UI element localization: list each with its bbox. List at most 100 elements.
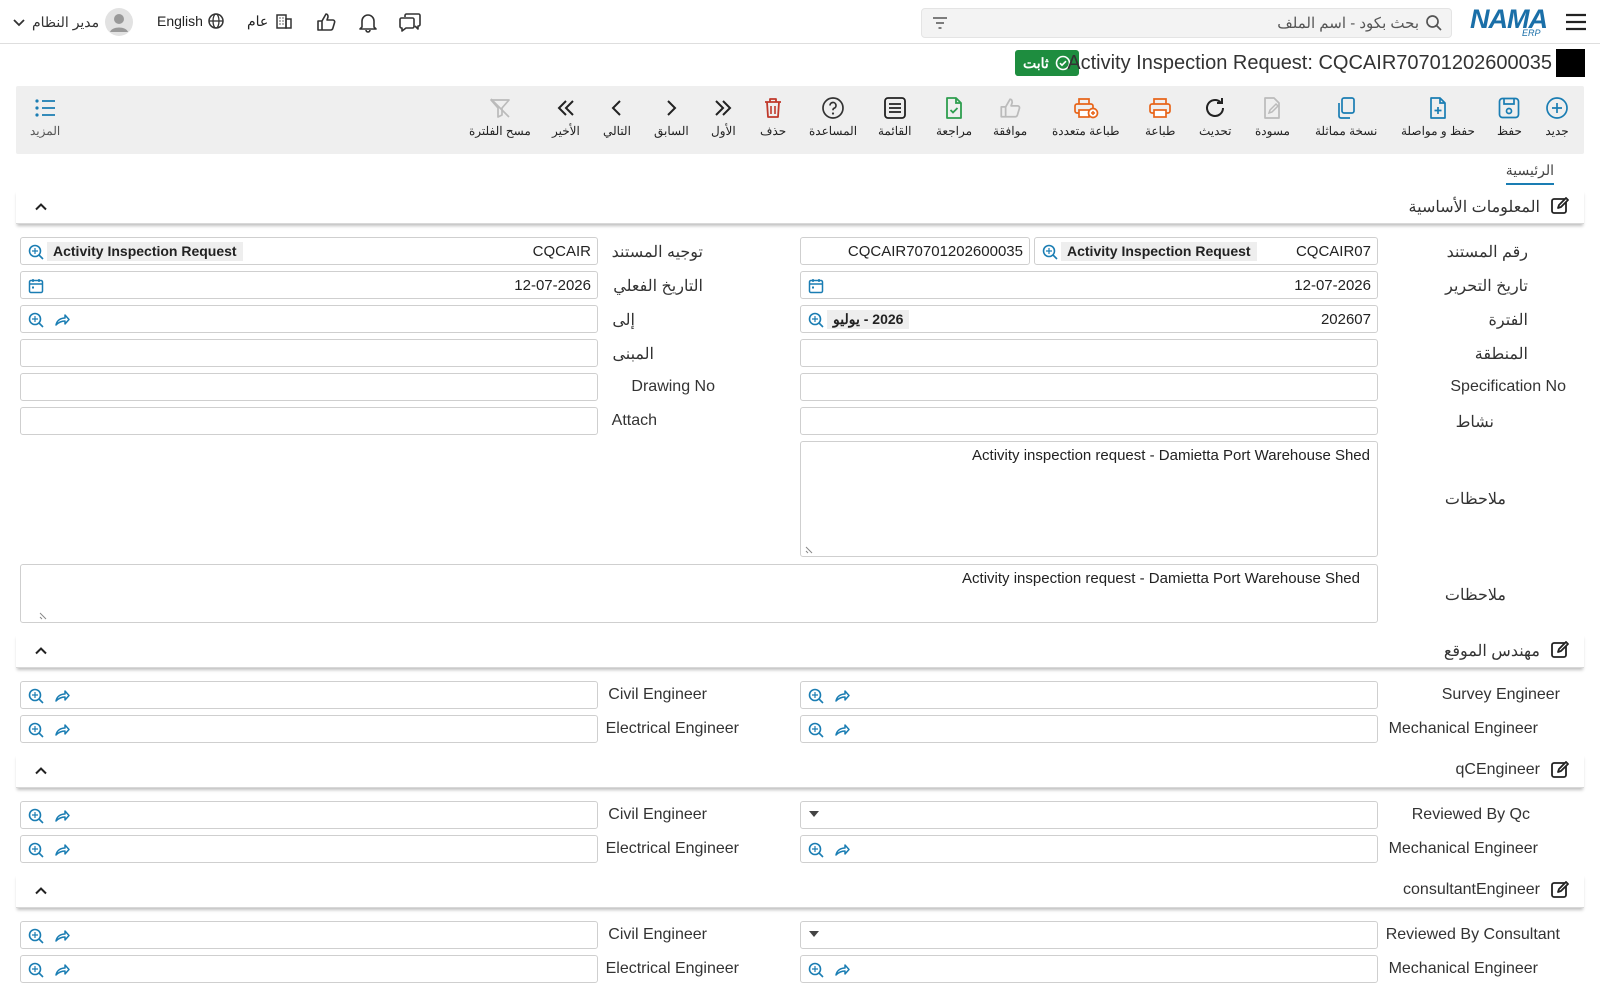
electrical-engineer-field[interactable]: [20, 715, 598, 743]
lookup-icon[interactable]: [807, 687, 825, 705]
delete-button[interactable]: حذف: [760, 94, 786, 138]
notes2-textarea[interactable]: Activity inspection request - Damietta P…: [20, 564, 1378, 623]
survey-engineer-field[interactable]: [800, 681, 1378, 709]
approve-button[interactable]: موافقة: [993, 94, 1027, 138]
list-button[interactable]: القائمة: [878, 94, 911, 138]
previous-button[interactable]: السابق: [654, 94, 689, 138]
qc-mechanical-engineer-field[interactable]: [800, 835, 1378, 863]
lookup-icon[interactable]: [27, 841, 45, 859]
open-link-icon[interactable]: [53, 961, 71, 979]
search-input[interactable]: [959, 13, 1419, 33]
search-icon[interactable]: [1425, 14, 1443, 32]
actual-date-field[interactable]: 12-07-2026: [20, 271, 598, 299]
tab-main[interactable]: الرئيسية: [1505, 162, 1554, 185]
thumbs-up-icon[interactable]: [315, 11, 337, 33]
building-field[interactable]: [20, 339, 598, 367]
more-button[interactable]: المزيد: [30, 94, 60, 138]
lookup-icon[interactable]: [807, 721, 825, 739]
edit-icon[interactable]: [1550, 760, 1570, 780]
qc-electrical-engineer-field[interactable]: [20, 835, 598, 863]
resize-grip-icon[interactable]: [805, 546, 813, 554]
edit-date-field[interactable]: 12-07-2026: [800, 271, 1378, 299]
lookup-icon[interactable]: [27, 311, 45, 329]
consultant-mechanical-engineer-field[interactable]: [800, 955, 1378, 983]
consultant-civil-engineer-field[interactable]: [20, 921, 598, 949]
first-button[interactable]: الأول: [711, 94, 736, 138]
draft-button[interactable]: مسودة: [1255, 94, 1290, 138]
multi-print-button[interactable]: طباعة متعددة: [1052, 94, 1120, 138]
filter-icon[interactable]: [932, 16, 948, 30]
duplicate-button[interactable]: نسخة مماثلة: [1315, 94, 1377, 138]
open-link-icon[interactable]: [833, 961, 851, 979]
edit-icon[interactable]: [1550, 640, 1570, 660]
open-link-icon[interactable]: [53, 927, 71, 945]
lookup-icon[interactable]: [807, 961, 825, 979]
attach-field[interactable]: [20, 407, 598, 435]
doc-direction-field[interactable]: Activity Inspection Request CQCAIR: [20, 237, 598, 265]
calendar-icon[interactable]: [27, 277, 45, 295]
mechanical-engineer-field[interactable]: [800, 715, 1378, 743]
open-link-icon[interactable]: [53, 807, 71, 825]
section-qc-engineer[interactable]: qCEngineer: [16, 754, 1584, 788]
open-link-icon[interactable]: [53, 721, 71, 739]
lookup-icon[interactable]: [27, 243, 45, 261]
to-field[interactable]: [20, 305, 598, 333]
lookup-icon[interactable]: [27, 927, 45, 945]
resize-grip-icon[interactable]: [39, 612, 47, 620]
consultant-electrical-engineer-field[interactable]: [20, 955, 598, 983]
last-button[interactable]: الأخير: [552, 94, 580, 138]
dropdown-caret-icon[interactable]: [809, 811, 819, 817]
next-button[interactable]: التالي: [603, 94, 631, 138]
open-link-icon[interactable]: [833, 841, 851, 859]
bell-icon[interactable]: [357, 11, 379, 33]
new-button[interactable]: جديد: [1545, 94, 1569, 138]
lookup-icon[interactable]: [27, 807, 45, 825]
reviewed-by-consultant-select[interactable]: [800, 921, 1378, 949]
dropdown-caret-icon[interactable]: [809, 931, 819, 937]
branch-switch[interactable]: عام: [247, 11, 294, 31]
calendar-icon[interactable]: [807, 277, 825, 295]
drawing-no-field[interactable]: [20, 373, 598, 401]
section-site-engineer[interactable]: مهندس الموقع: [16, 634, 1584, 668]
hamburger-menu-icon[interactable]: [1564, 12, 1588, 32]
chevron-up-icon[interactable]: [34, 884, 48, 898]
lookup-icon[interactable]: [27, 687, 45, 705]
period-field[interactable]: 2026 - يوليو 202607: [800, 305, 1378, 333]
lookup-icon[interactable]: [1041, 243, 1059, 261]
notes-textarea[interactable]: Activity inspection request - Damietta P…: [800, 441, 1378, 557]
clear-filter-button[interactable]: مسح الفلترة: [469, 94, 531, 138]
nama-logo[interactable]: NAMA ERP: [1470, 4, 1552, 38]
save-button[interactable]: حفظ: [1497, 94, 1522, 138]
open-link-icon[interactable]: [833, 687, 851, 705]
refresh-button[interactable]: تحديث: [1199, 94, 1232, 138]
reviewed-by-qc-select[interactable]: [800, 801, 1378, 829]
spec-no-field[interactable]: [800, 373, 1378, 401]
lookup-icon[interactable]: [807, 841, 825, 859]
lookup-icon[interactable]: [27, 961, 45, 979]
activity-field[interactable]: [800, 407, 1378, 435]
save-continue-button[interactable]: حفظ و مواصلة: [1401, 94, 1475, 138]
help-button[interactable]: المساعدة: [809, 94, 857, 138]
edit-icon[interactable]: [1550, 196, 1570, 216]
qc-civil-engineer-field[interactable]: [20, 801, 598, 829]
section-consultant-engineer[interactable]: consultantEngineer: [16, 874, 1584, 908]
open-link-icon[interactable]: [833, 721, 851, 739]
open-link-icon[interactable]: [53, 687, 71, 705]
open-link-icon[interactable]: [53, 841, 71, 859]
open-link-icon[interactable]: [53, 311, 71, 329]
language-switch[interactable]: English: [157, 12, 225, 30]
lookup-icon[interactable]: [807, 311, 825, 329]
edit-icon[interactable]: [1550, 880, 1570, 900]
doc-number-code-field[interactable]: Activity Inspection Request CQCAIR07: [1034, 237, 1378, 265]
chat-icon[interactable]: [398, 11, 422, 33]
chevron-up-icon[interactable]: [34, 764, 48, 778]
region-field[interactable]: [800, 339, 1378, 367]
doc-number-field[interactable]: CQCAIR70701202600035: [800, 237, 1030, 265]
review-button[interactable]: مراجعة: [936, 94, 972, 138]
section-basic-info[interactable]: المعلومات الأساسية: [16, 190, 1584, 224]
chevron-up-icon[interactable]: [34, 644, 48, 658]
chevron-up-icon[interactable]: [34, 200, 48, 214]
civil-engineer-field[interactable]: [20, 681, 598, 709]
search-box[interactable]: [921, 8, 1452, 38]
print-button[interactable]: طباعة: [1145, 94, 1175, 138]
